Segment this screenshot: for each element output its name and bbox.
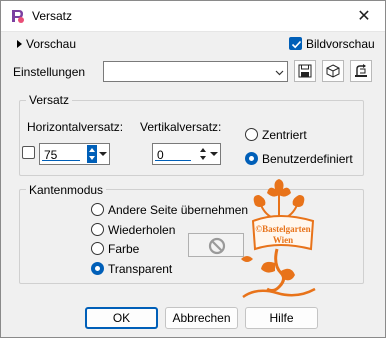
radio-centered-label: Zentriert <box>262 128 307 142</box>
bastelgarten-watermark: ©Bastelgarten Wien <box>241 179 316 299</box>
radio-color[interactable] <box>91 242 104 255</box>
checkmark-icon <box>291 40 302 49</box>
focus-underline <box>42 160 80 161</box>
help-button[interactable]: Hilfe <box>245 307 318 329</box>
vertical-offset-label: Vertikalversatz: <box>140 120 222 134</box>
title-bar: Versatz ✕ <box>1 1 385 32</box>
radio-transparent-label: Transparent <box>108 262 173 276</box>
reset-preset-button[interactable] <box>350 60 372 82</box>
image-preview-label: Bildvorschau <box>306 37 375 51</box>
close-button[interactable]: ✕ <box>349 3 379 29</box>
ok-button[interactable]: OK <box>85 307 158 329</box>
horizontal-offset-spinbox[interactable]: 75 <box>39 143 110 165</box>
save-preset-icon <box>298 64 312 78</box>
expand-arrow-icon <box>17 40 22 48</box>
image-preview-checkbox[interactable] <box>289 37 302 50</box>
dialog-window: Versatz ✕ Vorschau Bildvorschau Einstell… <box>0 0 386 338</box>
edge-color-swatch[interactable] <box>188 233 244 257</box>
preview-toggle-label: Vorschau <box>26 37 77 51</box>
chevron-down-icon[interactable] <box>99 150 107 158</box>
save-preset-button[interactable] <box>294 60 316 82</box>
preset-options-button[interactable] <box>322 60 344 82</box>
cancel-button[interactable]: Abbrechen <box>165 307 238 329</box>
offset-group-title: Versatz <box>26 93 73 107</box>
presets-label: Einstellungen <box>13 65 86 79</box>
window-title: Versatz <box>32 9 73 23</box>
close-icon: ✕ <box>357 6 371 25</box>
vertical-offset-spinbox[interactable]: 0 <box>152 143 221 165</box>
radio-repeat[interactable] <box>91 223 104 236</box>
watermark-text-line1: ©Bastelgarten <box>255 224 310 234</box>
horizontal-offset-label: Horizontalversatz: <box>27 120 124 134</box>
chevron-down-icon[interactable] <box>210 150 218 158</box>
preset-options-icon <box>326 64 340 78</box>
no-color-icon <box>208 237 226 255</box>
focus-underline <box>155 160 191 161</box>
link-offsets-checkbox[interactable] <box>22 146 35 159</box>
radio-wrap-label: Andere Seite übernehmen <box>108 203 249 217</box>
radio-color-label: Farbe <box>108 242 140 256</box>
radio-transparent[interactable] <box>91 262 104 275</box>
presets-combobox[interactable] <box>103 61 288 82</box>
watermark-text-line2: Wien <box>273 235 293 245</box>
radio-custom-label: Benutzerdefiniert <box>262 152 353 166</box>
edge-mode-group-title: Kantenmodus <box>26 183 107 197</box>
spin-arrows-icon[interactable] <box>87 145 97 163</box>
radio-wrap[interactable] <box>91 203 104 216</box>
spin-arrows-icon[interactable] <box>198 145 208 163</box>
app-logo-icon <box>12 10 24 23</box>
radio-centered[interactable] <box>245 128 258 141</box>
radio-repeat-label: Wiederholen <box>108 223 176 237</box>
reset-preset-icon <box>355 64 367 77</box>
chevron-down-icon <box>275 70 284 76</box>
radio-custom[interactable] <box>245 152 258 165</box>
